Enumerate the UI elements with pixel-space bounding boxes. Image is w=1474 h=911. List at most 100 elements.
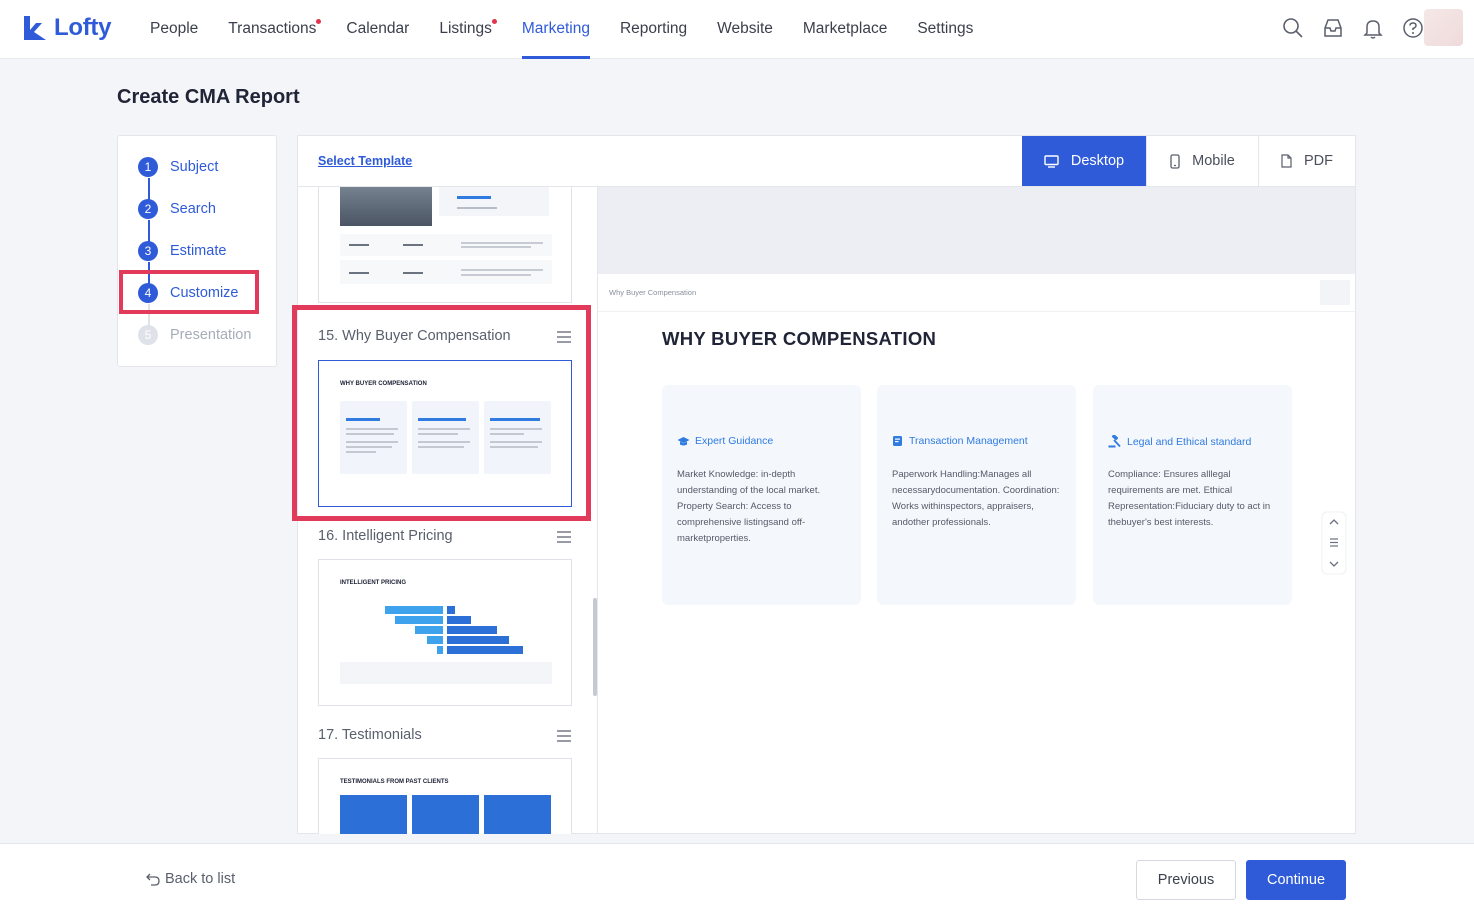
card-title: Expert Guidance xyxy=(677,435,773,447)
testimonial-card xyxy=(340,795,407,834)
chart-bar xyxy=(447,626,497,634)
nav-calendar[interactable]: Calendar xyxy=(346,0,409,59)
card-body: Market Knowledge: in-depth understanding… xyxy=(677,469,821,544)
chart-bar xyxy=(437,646,443,654)
text-line xyxy=(457,207,497,209)
slide-title-16[interactable]: 16. Intelligent Pricing xyxy=(318,528,453,544)
inbox-icon[interactable] xyxy=(1322,17,1344,39)
card-title: Legal and Ethical standard xyxy=(1108,435,1251,448)
select-template-link[interactable]: Select Template xyxy=(318,154,412,168)
slide-title-17[interactable]: 17. Testimonials xyxy=(318,727,422,743)
thumb-heading: TESTIMONIALS FROM PAST CLIENTS xyxy=(340,779,449,785)
search-icon[interactable] xyxy=(1282,17,1304,39)
nav-reporting[interactable]: Reporting xyxy=(620,0,687,59)
pdf-icon xyxy=(1281,154,1292,168)
slide-preview: Why Buyer Compensation WHY BUYER COMPENS… xyxy=(598,187,1355,747)
card-body: Paperwork Handling:Manages all necessary… xyxy=(892,469,1060,528)
pdf-tab[interactable]: PDF xyxy=(1258,136,1355,186)
step-label: Search xyxy=(170,201,216,217)
help-icon[interactable] xyxy=(1402,17,1424,39)
drag-handle-icon[interactable] xyxy=(556,730,572,742)
desktop-tab[interactable]: Desktop xyxy=(1022,136,1146,186)
step-label: Subject xyxy=(170,159,219,175)
chart-bar xyxy=(447,616,471,624)
step-number: 1 xyxy=(138,157,158,177)
nav-transactions[interactable]: Transactions xyxy=(228,0,322,59)
chart-bar xyxy=(447,646,523,654)
notification-dot xyxy=(316,19,322,24)
nav-icons xyxy=(1282,17,1424,39)
step-subject[interactable]: 1 Subject xyxy=(138,156,218,178)
price-line xyxy=(457,196,491,199)
user-avatar[interactable] xyxy=(1424,9,1463,46)
chart-bar xyxy=(447,636,509,644)
nav-listings[interactable]: Listings xyxy=(439,0,497,59)
lofty-logo-icon xyxy=(24,16,46,40)
notification-dot xyxy=(491,19,497,24)
slide-thumbnail-17[interactable]: TESTIMONIALS FROM PAST CLIENTS xyxy=(318,758,572,834)
text-line xyxy=(461,269,543,271)
lofty-logo[interactable]: Lofty xyxy=(22,14,111,42)
card-title: Transaction Management xyxy=(892,435,1028,447)
text-line xyxy=(461,242,543,244)
table-row xyxy=(340,234,552,256)
footer-bar: Back to list Previous Continue xyxy=(0,843,1474,911)
panel-toolbar: Select Template Desktop Mobile PDF xyxy=(298,136,1355,187)
back-arrow-icon xyxy=(146,873,160,886)
preview-page: Why Buyer Compensation WHY BUYER COMPENS… xyxy=(598,274,1355,747)
drag-handle-icon[interactable] xyxy=(556,531,572,543)
text-line xyxy=(403,272,423,274)
gavel-icon xyxy=(1108,435,1121,448)
mobile-icon xyxy=(1170,153,1180,169)
mobile-tab[interactable]: Mobile xyxy=(1146,136,1258,186)
selected-slide-highlight-box xyxy=(292,305,591,521)
view-tabs: Desktop Mobile PDF xyxy=(1022,136,1355,186)
document-icon xyxy=(893,436,902,446)
thumb-heading: INTELLIGENT PRICING xyxy=(340,580,406,586)
nav-marketplace[interactable]: Marketplace xyxy=(803,0,887,59)
slides-scrollbar[interactable] xyxy=(593,598,597,696)
text-line xyxy=(349,272,369,274)
continue-button[interactable]: Continue xyxy=(1246,860,1346,900)
nav-settings[interactable]: Settings xyxy=(917,0,973,59)
text-line xyxy=(403,244,423,246)
previous-button[interactable]: Previous xyxy=(1136,860,1236,900)
testimonial-card xyxy=(412,795,479,834)
thumb-note-box xyxy=(340,662,552,684)
nav-website[interactable]: Website xyxy=(717,0,773,59)
preview-header-text: Why Buyer Compensation xyxy=(609,288,697,297)
slide-side-controls[interactable] xyxy=(1321,511,1347,575)
card-expert-guidance: Expert Guidance Market Knowledge: in-dep… xyxy=(662,385,861,605)
step-search[interactable]: 2 Search xyxy=(138,198,216,220)
slide-thumbnail-14[interactable] xyxy=(318,187,572,303)
preview-header-logo xyxy=(1320,280,1350,305)
slide-thumbnail-16[interactable]: INTELLIGENT PRICING xyxy=(318,559,572,706)
step-number: 3 xyxy=(138,241,158,261)
steps-sidebar: 1 Subject 2 Search 3 Estimate 4 Customiz… xyxy=(117,135,277,367)
testimonial-card xyxy=(484,795,551,834)
back-to-list-link[interactable]: Back to list xyxy=(146,871,235,887)
bell-icon[interactable] xyxy=(1362,17,1384,39)
step-label: Presentation xyxy=(170,327,252,343)
step-estimate[interactable]: 3 Estimate xyxy=(138,240,226,262)
step-label: Estimate xyxy=(170,243,227,259)
graduation-cap-icon xyxy=(677,436,690,445)
nav-marketing[interactable]: Marketing xyxy=(521,0,591,59)
page-title: Create CMA Report xyxy=(117,86,300,108)
card-legal-ethical: Legal and Ethical standard Compliance: E… xyxy=(1093,385,1292,605)
table-row xyxy=(340,260,552,284)
nav-people[interactable]: People xyxy=(150,0,198,59)
text-line xyxy=(349,244,369,246)
chart-bar xyxy=(395,616,443,624)
preview-header: Why Buyer Compensation xyxy=(598,274,1355,312)
step-number: 2 xyxy=(138,199,158,219)
chart-bar xyxy=(427,636,443,644)
building-photo xyxy=(340,187,432,226)
step-presentation: 5 Presentation xyxy=(138,324,251,346)
preview-heading: WHY BUYER COMPENSATION xyxy=(662,328,937,349)
price-box xyxy=(439,187,549,216)
card-transaction-management: Transaction Management Paperwork Handlin… xyxy=(877,385,1076,605)
step-number: 5 xyxy=(138,325,158,345)
customize-highlight-box xyxy=(119,270,259,314)
chart-bar xyxy=(415,626,443,634)
